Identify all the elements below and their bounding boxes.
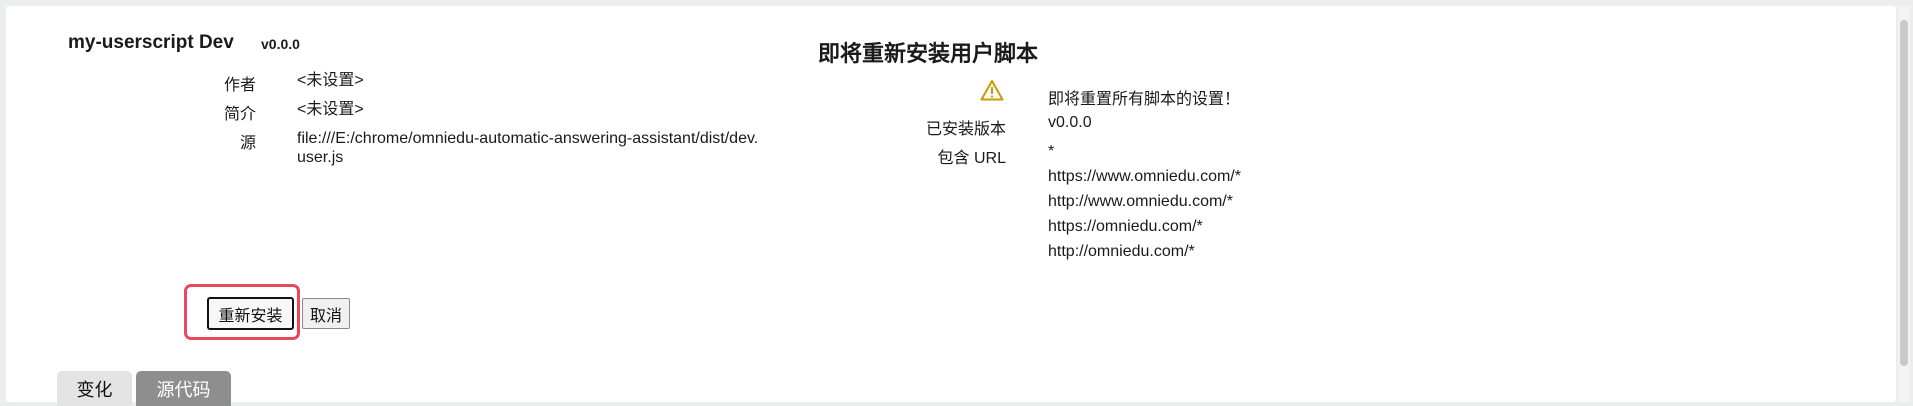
script-name: my-userscript Dev xyxy=(68,32,234,53)
script-version: v0.0.0 xyxy=(261,36,300,52)
tab-changes[interactable]: 变化 xyxy=(57,371,132,406)
vertical-scrollbar[interactable] xyxy=(1898,6,1910,402)
warning-text: 即将重置所有脚本的设置！ xyxy=(1048,91,1241,108)
warning-triangle-icon xyxy=(980,80,1004,101)
reinstall-title: 即将重新安装用户脚本 xyxy=(818,41,1039,66)
include-url: https://omniedu.com/* xyxy=(1048,218,1203,235)
source-value: file:///E:/chrome/omniedu-automatic-answ… xyxy=(297,130,759,166)
scrollbar-thumb[interactable] xyxy=(1900,20,1908,366)
tab-source-code[interactable]: 源代码 xyxy=(136,371,231,406)
source-label: 源 xyxy=(239,135,256,152)
include-url: http://omniedu.com/* xyxy=(1048,243,1195,260)
reinstall-button[interactable]: 重新安装 xyxy=(207,297,294,330)
author-label: 作者 xyxy=(223,77,256,94)
author-value: <未设置> xyxy=(297,72,364,89)
include-url: http://www.omniedu.com/* xyxy=(1048,193,1233,210)
includes-label: 包含 URL xyxy=(937,150,1006,167)
installed-version-label: 已安装版本 xyxy=(925,121,1006,138)
installed-version-value: v0.0.0 xyxy=(1048,114,1092,131)
description-label: 简介 xyxy=(223,106,256,123)
include-url: https://www.omniedu.com/* xyxy=(1048,168,1241,185)
include-url: * xyxy=(1048,143,1055,160)
description-value: <未设置> xyxy=(297,101,364,118)
cancel-button[interactable]: 取消 xyxy=(302,298,350,329)
